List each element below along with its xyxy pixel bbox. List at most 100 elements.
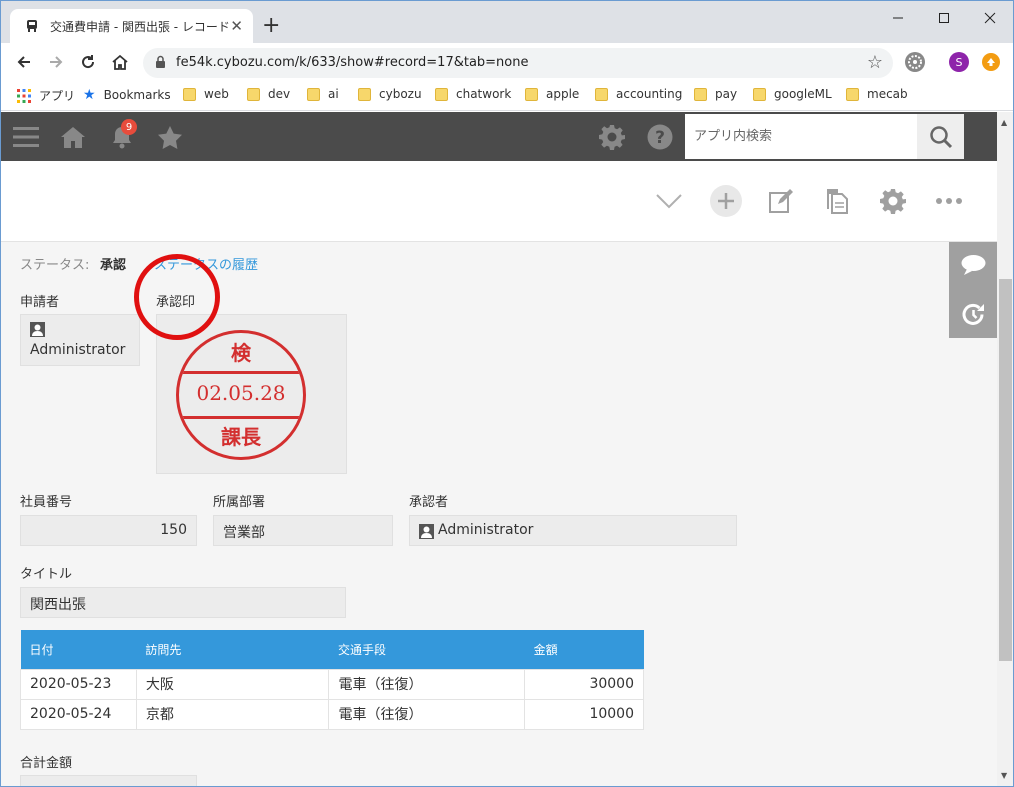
bookmark-dev[interactable]: dev xyxy=(247,87,290,101)
column-header-amount: 金額 xyxy=(524,630,644,669)
home-icon[interactable] xyxy=(60,124,86,150)
update-icon[interactable] xyxy=(982,53,1000,71)
forward-icon[interactable] xyxy=(45,51,67,73)
bookmark-accounting[interactable]: accounting xyxy=(595,87,682,101)
search-icon xyxy=(929,125,952,148)
bookmark-cybozu[interactable]: cybozu xyxy=(358,87,422,101)
app-header: 9 ? xyxy=(1,112,997,161)
user-icon xyxy=(419,524,434,543)
extension-icon[interactable] xyxy=(905,52,925,72)
bookmark-mecab[interactable]: mecab xyxy=(846,87,908,101)
side-panel xyxy=(949,242,997,338)
cell-date: 2020-05-24 xyxy=(20,698,137,730)
tab-close-icon[interactable]: ✕ xyxy=(230,18,243,34)
bookmark-bookmarks[interactable]: ★ Bookmarks xyxy=(83,87,171,103)
cell-transport: 電車（往復） xyxy=(328,668,526,700)
column-header-destination: 訪問先 xyxy=(136,630,329,669)
cell-amount: 30000 xyxy=(524,668,644,700)
menu-icon[interactable] xyxy=(13,124,39,150)
record-settings-gear-icon[interactable] xyxy=(877,185,909,217)
approver-value[interactable]: Administrator xyxy=(438,522,533,538)
status-label: ステータス: xyxy=(20,258,90,273)
department-field: 営業部 xyxy=(213,515,393,546)
address-bar[interactable]: fe54k.cybozu.com/k/633/show#record=17&ta… xyxy=(143,48,893,78)
tab-strip: 交通費申請 - 関西出張 - レコードの ✕ + xyxy=(1,1,1013,43)
user-icon xyxy=(30,322,45,341)
status-value: 承認 xyxy=(100,258,127,273)
close-window-icon[interactable] xyxy=(967,7,1013,29)
folder-icon xyxy=(595,87,608,101)
column-header-transport: 交通手段 xyxy=(328,630,525,669)
star-icon: ★ xyxy=(83,87,96,103)
cell-date: 2020-05-23 xyxy=(20,668,137,700)
annotation-circle xyxy=(134,254,220,340)
cell-destination: 大阪 xyxy=(135,668,330,700)
maximize-icon[interactable] xyxy=(921,7,967,29)
cell-amount: 10000 xyxy=(524,698,644,730)
folder-icon xyxy=(846,87,859,101)
title-label: タイトル xyxy=(20,567,73,582)
apps-grid-icon xyxy=(17,88,31,103)
record-toolbar xyxy=(1,161,997,242)
settings-gear-icon[interactable] xyxy=(599,124,625,150)
scroll-down-arrow-icon[interactable]: ▼ xyxy=(1001,771,1007,780)
svg-text:?: ? xyxy=(655,128,665,148)
home-icon[interactable] xyxy=(109,51,131,73)
folder-icon xyxy=(435,87,448,101)
tab-title: 交通費申請 - 関西出張 - レコードの xyxy=(50,19,230,34)
bookmark-star-icon[interactable]: ☆ xyxy=(867,53,883,73)
applicant-label: 申請者 xyxy=(20,295,60,310)
folder-icon xyxy=(247,87,260,101)
favorites-star-icon[interactable] xyxy=(157,124,183,150)
column-header-date: 日付 xyxy=(20,630,137,669)
bookmark-ai[interactable]: ai xyxy=(307,87,339,101)
employee-no-value: 150 xyxy=(160,522,187,538)
approval-stamp-seal: 検 02.05.28 課長 xyxy=(176,330,306,460)
app-search-input[interactable] xyxy=(685,114,917,159)
scroll-up-arrow-icon[interactable]: ▲ xyxy=(1001,118,1007,127)
stamp-bottom-text: 課長 xyxy=(221,425,261,449)
scroll-thumb[interactable] xyxy=(999,279,1012,661)
bookmark-web[interactable]: web xyxy=(183,87,229,101)
employee-no-field: 150 xyxy=(20,515,197,546)
minimize-icon[interactable] xyxy=(875,7,921,29)
bookmark-googleml[interactable]: googleML xyxy=(753,87,832,101)
url-text: fe54k.cybozu.com/k/633/show#record=17&ta… xyxy=(176,55,529,70)
lock-icon xyxy=(155,55,166,73)
new-tab-icon[interactable]: + xyxy=(262,15,280,37)
page-scrollbar[interactable]: ▲ ▼ xyxy=(997,112,1013,786)
browser-tab[interactable]: 交通費申請 - 関西出張 - レコードの ✕ xyxy=(10,9,253,43)
department-label: 所属部署 xyxy=(213,495,266,510)
applicant-value[interactable]: Administrator xyxy=(30,342,125,358)
approver-field: Administrator xyxy=(409,515,737,546)
bookmark-apple[interactable]: apple xyxy=(525,87,579,101)
edit-record-button[interactable] xyxy=(765,185,797,217)
reload-icon[interactable] xyxy=(77,51,99,73)
edit-icon xyxy=(769,189,793,213)
bookmark-pay[interactable]: pay xyxy=(694,87,737,101)
history-icon[interactable] xyxy=(961,302,986,331)
bookmark-apps[interactable]: アプリ xyxy=(17,87,75,104)
employee-no-label: 社員番号 xyxy=(20,495,73,510)
comment-icon[interactable] xyxy=(961,254,986,280)
notification-badge: 9 xyxy=(121,119,137,135)
more-options-icon[interactable] xyxy=(933,185,965,217)
cell-destination: 京都 xyxy=(135,698,330,730)
chevron-down-icon[interactable] xyxy=(653,185,685,217)
bookmark-chatwork[interactable]: chatwork xyxy=(435,87,511,101)
total-field xyxy=(20,775,197,786)
add-record-button[interactable] xyxy=(710,185,742,217)
total-label: 合計金額 xyxy=(20,756,73,771)
approver-label: 承認者 xyxy=(409,495,449,510)
kintone-favicon-icon xyxy=(24,18,40,34)
browser-window: 交通費申請 - 関西出張 - レコードの ✕ + fe54k.cybozu.co… xyxy=(0,0,1014,787)
search-button[interactable] xyxy=(917,114,964,159)
table-row: 2020-05-24 京都 電車（往復） 10000 xyxy=(20,698,644,730)
back-icon[interactable] xyxy=(13,51,35,73)
plus-icon xyxy=(710,185,742,217)
table-header-row: 日付 訪問先 交通手段 金額 xyxy=(20,630,644,669)
folder-icon xyxy=(307,87,320,101)
help-icon[interactable]: ? xyxy=(647,124,673,150)
profile-avatar[interactable]: S xyxy=(949,52,969,72)
duplicate-record-button[interactable] xyxy=(821,185,853,217)
